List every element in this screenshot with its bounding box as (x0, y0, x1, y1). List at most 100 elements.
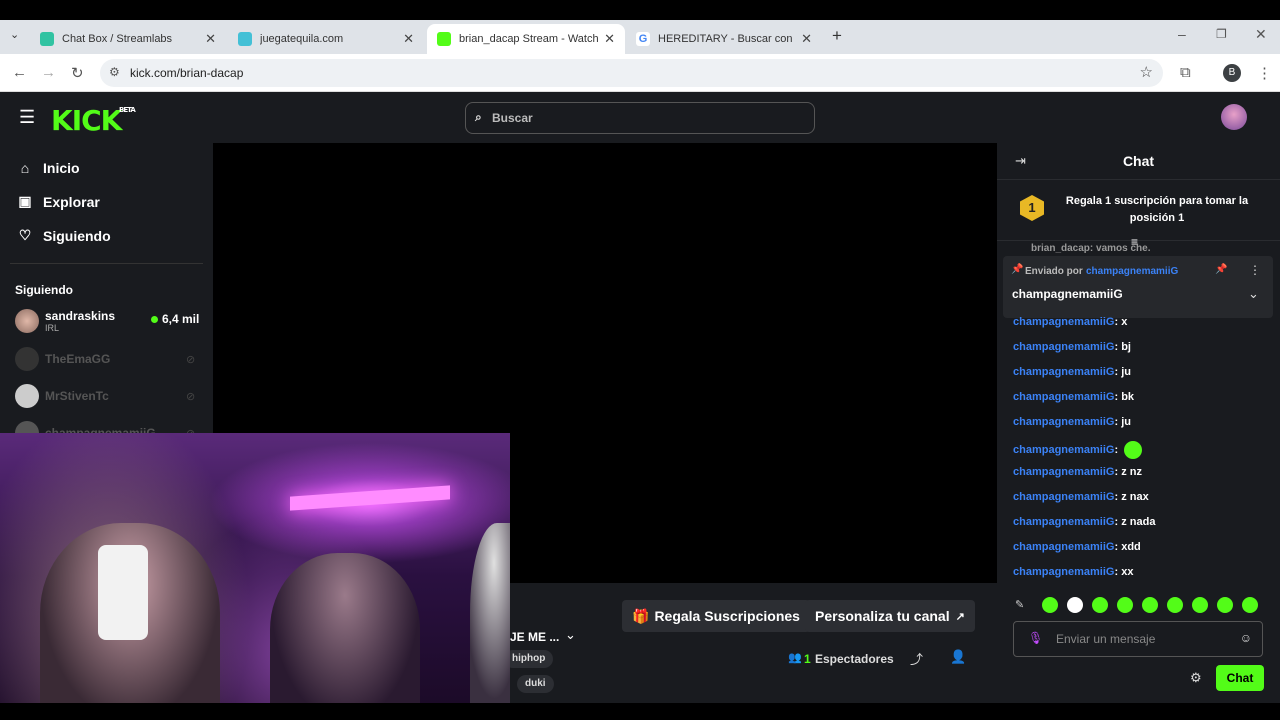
tab-streamlabs[interactable]: Chat Box / Streamlabs ✕ (30, 24, 226, 54)
stream-title: JE ME ... (510, 630, 560, 644)
live-dot-icon (151, 316, 158, 323)
sidebar-item-explorar[interactable]: ▣ Explorar (17, 193, 99, 210)
chat-message: champagnemamiiG: x (1013, 316, 1128, 328)
viewer-count: 1 (804, 652, 811, 666)
tab-juegatequila[interactable]: juegatequila.com ✕ (228, 24, 424, 54)
emote-icon[interactable] (1242, 597, 1258, 613)
streamlabs-favicon-icon (40, 32, 54, 46)
avatar (15, 384, 39, 408)
person-center-silhouette (270, 553, 420, 720)
bookmark-star-icon[interactable]: ☆ (1140, 63, 1153, 81)
chat-header: ⇥ Chat (997, 143, 1280, 180)
browser-address-bar: ← → ↻ ⚙ kick.com/brian-dacap ☆ ⧉ B ⋮ (0, 54, 1280, 92)
emote-icon[interactable] (1142, 597, 1158, 613)
channel-info: sandraskins IRL (45, 309, 116, 333)
send-chat-button[interactable]: Chat (1216, 665, 1264, 691)
kick-header: ☰ KICK BETA ⌕ Buscar (0, 92, 1280, 143)
chat-message: champagnemamiiG: ju (1013, 366, 1131, 378)
kick-logo[interactable]: KICK BETA (51, 104, 136, 137)
reload-icon[interactable]: ↻ (71, 64, 84, 82)
chat-settings-gear-icon[interactable]: ⚙ (1190, 670, 1202, 686)
gift-icon: 🎁 (632, 607, 650, 624)
emote-icon[interactable] (1192, 597, 1208, 613)
tag-chip[interactable]: hiphop (504, 650, 554, 668)
emote-icon[interactable] (1217, 597, 1233, 613)
close-window-icon[interactable]: ✕ (1255, 26, 1267, 43)
new-tab-plus-icon[interactable]: + (832, 26, 842, 46)
emote-picker-icon[interactable]: ✎ (1015, 598, 1024, 611)
chat-message: champagnemamiiG: bj (1013, 341, 1131, 353)
chat-message: champagnemamiiG: z nz (1013, 466, 1142, 478)
emote-icon (1124, 441, 1143, 459)
microphone-icon[interactable]: 🎙 (1028, 631, 1043, 645)
emoji-icon[interactable]: ☺ (1240, 631, 1252, 645)
chevron-down-icon[interactable]: ⌄ (565, 627, 576, 643)
gift-leaderboard-banner[interactable]: 1 Regala 1 suscripción para tomar la pos… (997, 181, 1280, 241)
chat-message: champagnemamiiG: xx (1013, 566, 1134, 578)
phone-shape (98, 545, 148, 640)
close-tab-icon[interactable]: ✕ (205, 31, 216, 47)
viewer-label: Espectadores (815, 652, 894, 666)
close-tab-icon[interactable]: ✕ (403, 31, 414, 47)
following-channel[interactable]: MrStivenTc ⊘ (15, 382, 200, 410)
chat-message-input[interactable]: 🎙 Enviar un mensaje ☺ (1013, 621, 1263, 657)
chat-message: champagnemamiiG: xdd (1013, 541, 1141, 553)
minimize-icon[interactable]: – (1178, 26, 1186, 42)
chat-message: champagnemamiiG: bk (1013, 391, 1135, 403)
close-tab-icon[interactable]: ✕ (604, 31, 615, 47)
viewers-icon: 👥 (788, 652, 802, 664)
emote-icon[interactable] (1067, 597, 1083, 613)
screen-top-border (0, 0, 1280, 20)
rank-badge: 1 (1020, 195, 1044, 221)
close-tab-icon[interactable]: ✕ (801, 31, 812, 47)
sidebar-item-siguiendo[interactable]: ♡ Siguiendo (17, 227, 111, 244)
tab-google-search[interactable]: G HEREDITARY - Buscar con Goog ✕ (626, 24, 822, 54)
tag-chip[interactable]: duki (517, 675, 554, 693)
kick-favicon-icon (437, 32, 451, 46)
url-field[interactable]: ⚙ kick.com/brian-dacap ☆ (100, 59, 1163, 87)
hamburger-menu-icon[interactable]: ☰ (19, 107, 35, 128)
chevron-down-icon[interactable]: ⌄ (1248, 286, 1259, 302)
google-favicon-icon: G (636, 32, 650, 46)
following-channel[interactable]: TheEmaGG ⊘ (15, 345, 200, 373)
neon-shelf (290, 485, 450, 511)
pinned-message[interactable]: 📌 Enviado por champagnemamiiG 📌 ⋮ champa… (1003, 256, 1273, 318)
external-link-icon: ↗ (955, 610, 965, 623)
explore-icon: ▣ (18, 193, 32, 209)
chat-message: champagnemamiiG: ju (1013, 416, 1131, 428)
tab-kick-stream[interactable]: brian_dacap Stream - Watch Liv ✕ (427, 24, 625, 54)
offline-icon: ⊘ (186, 390, 196, 403)
back-arrow-icon[interactable]: ← (12, 64, 27, 81)
emote-icon[interactable] (1117, 597, 1133, 613)
search-icon: ⌕ (475, 110, 482, 124)
following-heading: Siguiendo (15, 283, 73, 297)
browser-menu-icon[interactable]: ⋮ (1257, 64, 1272, 82)
share-icon[interactable]: ⤴ (910, 649, 923, 668)
chat-message: champagnemamiiG: z nax (1013, 491, 1149, 503)
search-input[interactable]: ⌕ Buscar (465, 102, 815, 134)
sidebar-item-inicio[interactable]: ⌂ Inicio (17, 160, 80, 176)
emote-icon[interactable] (1092, 597, 1108, 613)
sidebar-divider (10, 263, 203, 264)
user-avatar[interactable] (1221, 104, 1247, 130)
emote-icon[interactable] (1167, 597, 1183, 613)
sidebar: ⌂ Inicio ▣ Explorar ♡ Siguiendo Siguiend… (0, 143, 213, 445)
following-channel[interactable]: sandraskins IRL 6,4 mil (15, 307, 200, 335)
gift-subscriptions-button[interactable]: 🎁 Regala Suscripciones (622, 600, 810, 632)
site-favicon-icon (238, 32, 252, 46)
partial-message: brian_dacap: vamos che. (1031, 243, 1151, 253)
follow-user-icon[interactable]: 👤 (950, 649, 966, 665)
extensions-icon[interactable]: ⧉ (1180, 64, 1191, 81)
webcam-overlay-image (0, 433, 510, 720)
tab-list-chevron-icon[interactable]: ⌄ (10, 28, 19, 41)
unpin-icon[interactable]: 📌 (1215, 264, 1227, 275)
customize-channel-button[interactable]: Personaliza tu canal ↗ (805, 600, 975, 632)
forward-arrow-icon[interactable]: → (41, 64, 56, 81)
more-options-icon[interactable]: ⋮ (1249, 263, 1261, 277)
restore-icon[interactable]: ❐ (1216, 27, 1227, 41)
heart-icon: ♡ (18, 227, 32, 243)
emote-icon[interactable] (1042, 597, 1058, 613)
profile-avatar[interactable]: B (1223, 64, 1241, 82)
pin-icon: 📌 (1011, 264, 1024, 275)
site-info-icon[interactable]: ⚙ (109, 65, 120, 79)
